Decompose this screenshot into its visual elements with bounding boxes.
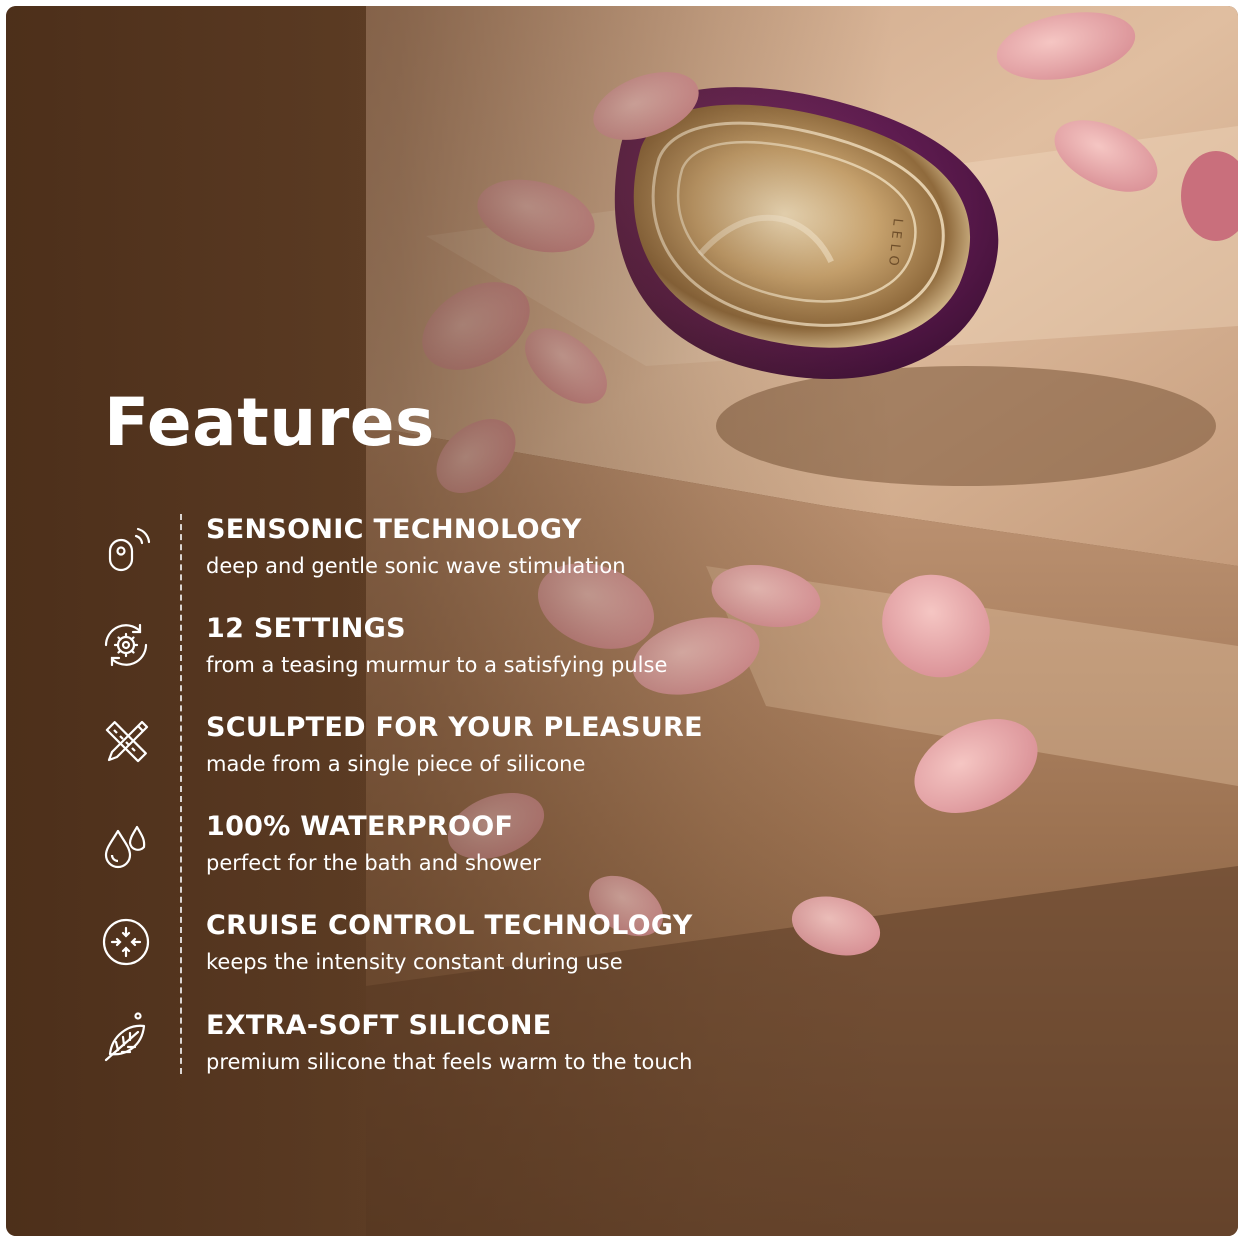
feature-description: deep and gentle sonic wave stimulation xyxy=(206,554,626,578)
feature-title: EXTRA-SOFT SILICONE xyxy=(206,1010,552,1041)
feature-title: 100% WATERPROOF xyxy=(206,811,514,842)
feature-title: 12 SETTINGS xyxy=(206,613,406,644)
settings-gear-icon xyxy=(98,617,154,673)
feature-item: 12 SETTINGS from a teasing murmur to a s… xyxy=(6,613,1006,693)
feature-description: premium silicone that feels warm to the … xyxy=(206,1050,693,1074)
cruise-control-icon xyxy=(98,914,154,970)
sonic-wave-icon xyxy=(98,520,154,576)
water-drops-icon xyxy=(98,817,154,873)
feature-description: made from a single piece of silicone xyxy=(206,752,586,776)
ruler-pencil-icon xyxy=(98,714,154,770)
feature-description: from a teasing murmur to a satisfying pu… xyxy=(206,653,668,677)
feature-item: SCULPTED FOR YOUR PLEASURE made from a s… xyxy=(6,712,1006,792)
feature-title: CRUISE CONTROL TECHNOLOGY xyxy=(206,910,693,941)
feature-description: keeps the intensity constant during use xyxy=(206,950,623,974)
features-heading: Features xyxy=(104,384,435,461)
feature-banner: LELO Features SENSONIC TECHNOLOGY deep a… xyxy=(6,6,1238,1236)
feature-title: SENSONIC TECHNOLOGY xyxy=(206,514,582,545)
feature-item: SENSONIC TECHNOLOGY deep and gentle soni… xyxy=(6,514,1006,594)
feather-leaf-icon xyxy=(98,1010,154,1066)
feature-description: perfect for the bath and shower xyxy=(206,851,541,875)
feature-item: CRUISE CONTROL TECHNOLOGY keeps the inte… xyxy=(6,910,1006,990)
dashed-divider xyxy=(180,514,182,1074)
feature-title: SCULPTED FOR YOUR PLEASURE xyxy=(206,712,703,743)
feature-item: EXTRA-SOFT SILICONE premium silicone tha… xyxy=(6,1010,1006,1090)
feature-item: 100% WATERPROOF perfect for the bath and… xyxy=(6,811,1006,891)
